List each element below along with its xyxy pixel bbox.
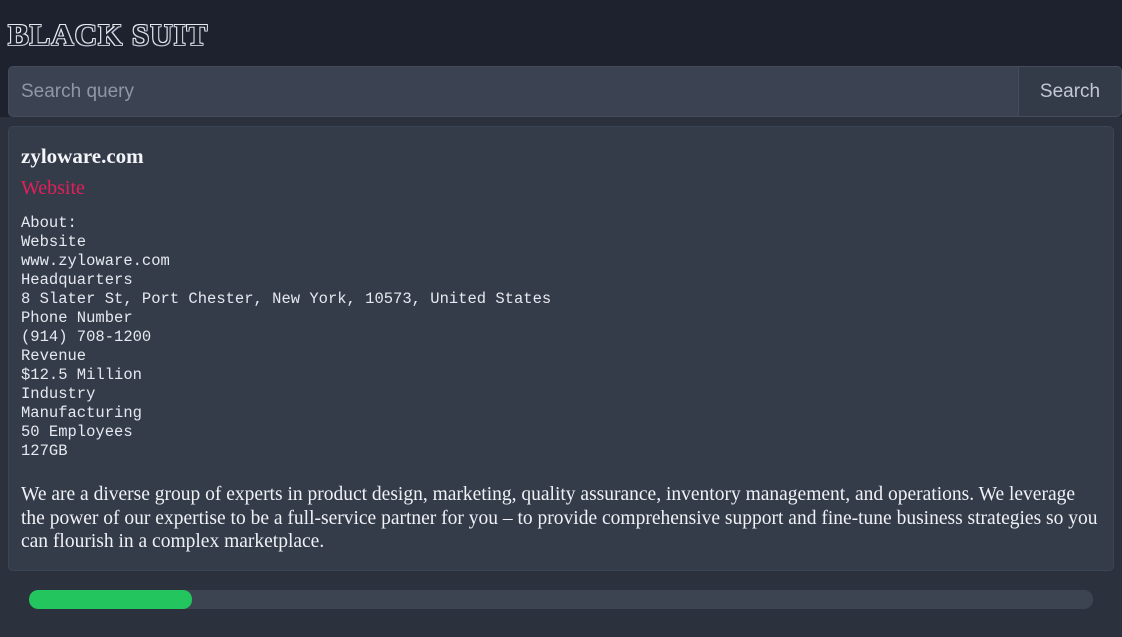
result-title: zyloware.com	[21, 143, 1101, 169]
result-detail-line: (914) 708-1200	[21, 328, 1101, 347]
search-button[interactable]: Search	[1018, 66, 1122, 117]
result-detail-line: www.zyloware.com	[21, 252, 1101, 271]
result-card: zyloware.com Website About:Websitewww.zy…	[8, 126, 1114, 571]
result-website-link[interactable]: Website	[21, 176, 85, 200]
result-detail-line: Industry	[21, 385, 1101, 404]
result-detail-line: About:	[21, 214, 1101, 233]
result-detail-line: Phone Number	[21, 309, 1101, 328]
result-detail-line: Website	[21, 233, 1101, 252]
result-detail-line: Manufacturing	[21, 404, 1101, 423]
result-detail-line: $12.5 Million	[21, 366, 1101, 385]
result-detail-line: 127GB	[21, 442, 1101, 461]
search-bar: Search	[0, 66, 1122, 117]
progress-bar-track	[29, 590, 1093, 609]
result-details: About:Websitewww.zyloware.comHeadquarter…	[21, 214, 1101, 461]
progress-section	[0, 571, 1122, 609]
app-header: BLACK SUIT	[0, 0, 1122, 66]
result-detail-line: Headquarters	[21, 271, 1101, 290]
result-detail-line: 50 Employees	[21, 423, 1101, 442]
progress-bar-fill	[29, 590, 192, 609]
result-detail-line: Revenue	[21, 347, 1101, 366]
search-input[interactable]	[8, 66, 1018, 117]
result-detail-line: 8 Slater St, Port Chester, New York, 105…	[21, 290, 1101, 309]
results-area: zyloware.com Website About:Websitewww.zy…	[0, 117, 1122, 571]
result-description: We are a diverse group of experts in pro…	[21, 483, 1101, 554]
app-title: BLACK SUIT	[8, 19, 208, 50]
